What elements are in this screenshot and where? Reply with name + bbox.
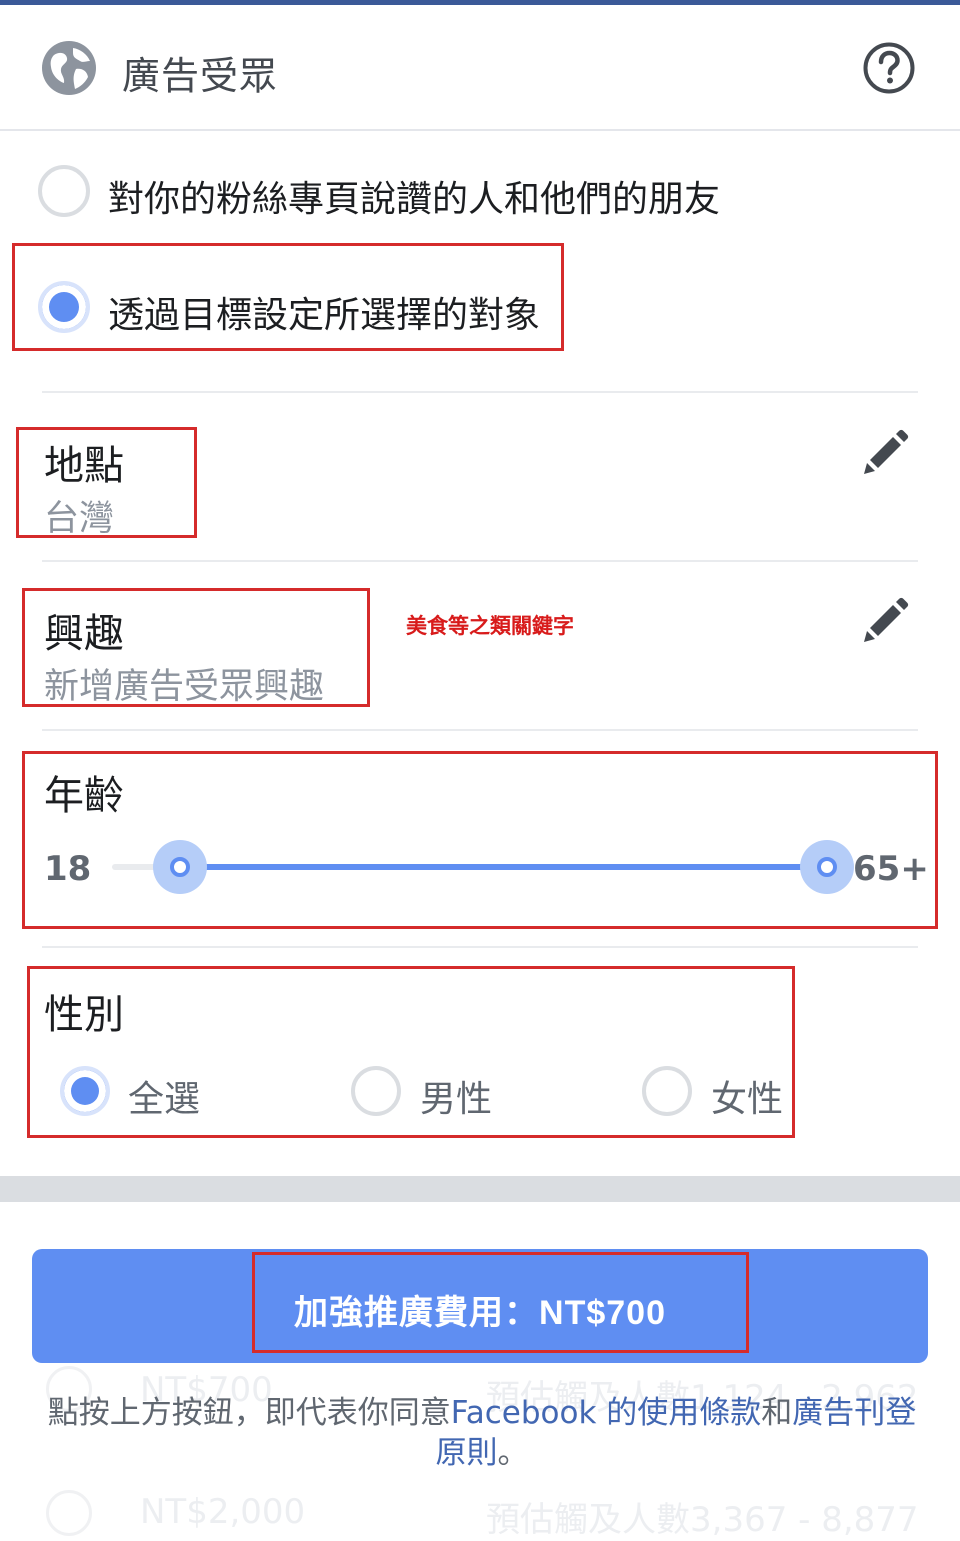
terms-of-use-link[interactable]: Facebook 的使用條款 [451, 1395, 762, 1431]
divider [42, 391, 918, 393]
highlight-box-location [16, 427, 197, 538]
highlight-box-targeting [12, 243, 564, 351]
divider [42, 560, 918, 562]
section-separator [0, 1176, 960, 1202]
divider [42, 729, 918, 731]
terms-text: 點按上方按鈕，即代表你同意Facebook 的使用條款和廣告刊登原則。 [36, 1393, 928, 1473]
annotation-keywords: 美食等之類關鍵字 [406, 614, 574, 638]
highlight-box-boost [252, 1252, 749, 1353]
terms-middle: 和 [761, 1395, 793, 1431]
radio-fans-and-friends[interactable] [38, 165, 90, 217]
globe-icon [42, 41, 96, 95]
budget-radio-ghost [46, 1490, 92, 1536]
terms-prefix: 點按上方按鈕，即代表你同意 [47, 1395, 451, 1431]
help-circle-icon[interactable] [863, 42, 915, 94]
audience-header: 廣告受眾 [0, 5, 960, 131]
terms-suffix: 。 [497, 1435, 529, 1471]
pencil-icon[interactable] [861, 595, 911, 645]
divider [42, 946, 918, 948]
option-label-fans-and-friends: 對你的粉絲專頁說讚的人和他們的朋友 [108, 179, 721, 220]
pencil-icon[interactable] [861, 427, 911, 477]
highlight-box-gender [27, 966, 795, 1138]
page-title: 廣告受眾 [122, 54, 279, 98]
highlight-box-age [22, 751, 938, 929]
highlight-box-interests [22, 588, 370, 707]
budget-price-ghost: NT$2,000 [140, 1492, 306, 1532]
